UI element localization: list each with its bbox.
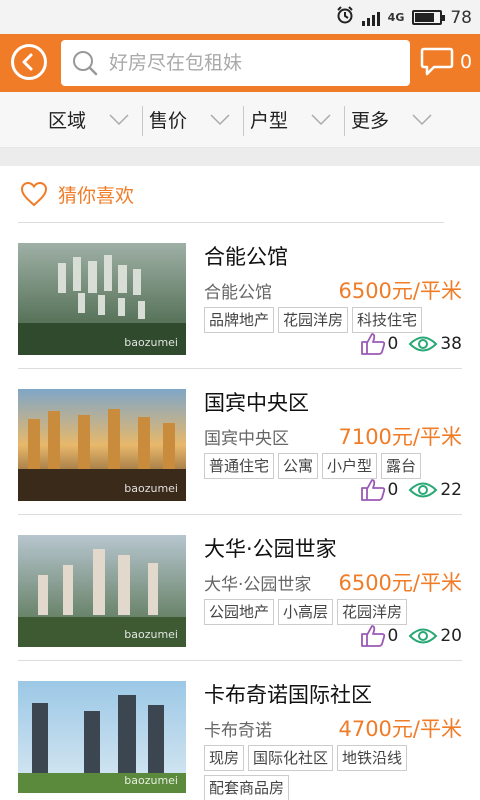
listing-stats: 0 38 bbox=[360, 332, 462, 356]
listing-price: 6500元/平米 bbox=[338, 279, 462, 303]
listing-photo: baozumei bbox=[18, 681, 186, 793]
listing-stats: 0 20 bbox=[360, 624, 462, 648]
listing-subtitle: 国宾中央区 bbox=[204, 429, 289, 449]
tag: 配套商品房 bbox=[204, 775, 290, 800]
tag: 现房 bbox=[204, 745, 245, 771]
filter-label: 更多 bbox=[351, 110, 390, 132]
eye-icon bbox=[408, 336, 438, 352]
filter-label: 售价 bbox=[149, 110, 188, 132]
thumbs-up-icon[interactable] bbox=[360, 332, 386, 356]
section-header: 猜你喜欢 bbox=[18, 166, 444, 223]
tag: 花园洋房 bbox=[337, 599, 408, 625]
watermark: baozumei bbox=[124, 628, 178, 641]
tag: 公园地产 bbox=[204, 599, 275, 625]
thumbs-up-icon[interactable] bbox=[360, 478, 386, 502]
tag: 普通住宅 bbox=[204, 453, 275, 479]
tag-list: 现房 国际化社区 地铁沿线 配套商品房 bbox=[204, 745, 480, 800]
tag: 小户型 bbox=[322, 453, 378, 479]
recommend-section: 猜你喜欢 baozumei 合能公馆 合能公馆 6500元/平米 品牌地产 花园… bbox=[0, 166, 480, 800]
tag: 露台 bbox=[381, 453, 422, 479]
signal-icon bbox=[361, 10, 380, 26]
tag: 小高层 bbox=[278, 599, 334, 625]
eye-icon bbox=[408, 628, 438, 644]
chevron-down-icon bbox=[109, 113, 129, 125]
view-count: 38 bbox=[440, 334, 462, 354]
tag-list: 公园地产 小高层 花园洋房 bbox=[204, 599, 480, 625]
watermark: baozumei bbox=[124, 774, 178, 787]
listing-photo: baozumei bbox=[18, 243, 186, 355]
like-count: 0 bbox=[387, 480, 399, 500]
chevron-down-icon bbox=[311, 113, 331, 125]
listing-item[interactable]: baozumei 国宾中央区 国宾中央区 7100元/平米 普通住宅 公寓 小户… bbox=[18, 369, 462, 515]
messages-button[interactable]: 0 bbox=[420, 46, 472, 78]
listing-price: 7100元/平米 bbox=[338, 425, 462, 449]
like-count: 0 bbox=[387, 626, 399, 646]
filter-label: 户型 bbox=[250, 110, 289, 132]
tag: 公寓 bbox=[278, 453, 319, 479]
tag: 品牌地产 bbox=[204, 307, 275, 333]
listing-stats: 0 22 bbox=[360, 478, 462, 502]
view-count: 22 bbox=[440, 480, 462, 500]
filter-bar: 区域 售价 户型 更多 bbox=[0, 92, 480, 148]
alarm-icon bbox=[336, 6, 354, 29]
heart-icon bbox=[20, 181, 48, 207]
listing-item[interactable]: baozumei 卡布奇诺国际社区 卡布奇诺 4700元/平米 现房 国际化社区… bbox=[18, 661, 462, 800]
message-count: 0 bbox=[460, 51, 473, 73]
listing-name: 卡布奇诺国际社区 bbox=[204, 683, 372, 707]
view-count: 20 bbox=[440, 626, 462, 646]
listing-subtitle: 合能公馆 bbox=[204, 283, 272, 303]
status-bar: 4G 78 bbox=[0, 0, 480, 34]
filter-layout[interactable]: 户型 bbox=[244, 92, 345, 147]
listing-item[interactable]: baozumei 大华·公园世家 大华·公园世家 6500元/平米 公园地产 小… bbox=[18, 515, 462, 661]
thumbs-up-icon[interactable] bbox=[360, 624, 386, 648]
listing-name: 国宾中央区 bbox=[204, 391, 309, 415]
listing-price: 4700元/平米 bbox=[338, 717, 462, 741]
tag-list: 普通住宅 公寓 小户型 露台 bbox=[204, 453, 480, 479]
chevron-left-icon bbox=[22, 53, 33, 71]
network-label: 4G bbox=[387, 11, 405, 24]
divider bbox=[0, 148, 480, 166]
back-button[interactable] bbox=[11, 44, 47, 80]
watermark: baozumei bbox=[124, 482, 178, 495]
like-count: 0 bbox=[387, 334, 399, 354]
filter-region[interactable]: 区域 bbox=[42, 92, 143, 147]
watermark: baozumei bbox=[124, 336, 178, 349]
filter-label: 区域 bbox=[48, 110, 87, 132]
search-icon bbox=[73, 51, 98, 76]
battery-percent: 78 bbox=[450, 7, 472, 28]
filter-price[interactable]: 售价 bbox=[143, 92, 244, 147]
search-box[interactable] bbox=[61, 40, 410, 86]
chevron-down-icon bbox=[210, 113, 230, 125]
listing-photo: baozumei bbox=[18, 389, 186, 501]
tag: 国际化社区 bbox=[248, 745, 334, 771]
listing-price: 6500元/平米 bbox=[338, 571, 462, 595]
listing-name: 合能公馆 bbox=[204, 245, 288, 269]
tag: 科技住宅 bbox=[352, 307, 423, 333]
search-input[interactable] bbox=[109, 52, 389, 74]
chevron-down-icon bbox=[412, 113, 432, 125]
eye-icon bbox=[408, 482, 438, 498]
listing-subtitle: 大华·公园世家 bbox=[204, 575, 312, 595]
listing-item[interactable]: baozumei 合能公馆 合能公馆 6500元/平米 品牌地产 花园洋房 科技… bbox=[18, 223, 462, 369]
section-title: 猜你喜欢 bbox=[58, 184, 135, 207]
listing-name: 大华·公园世家 bbox=[204, 537, 337, 561]
top-bar: 0 bbox=[0, 34, 480, 92]
tag: 地铁沿线 bbox=[337, 745, 408, 771]
battery-icon bbox=[412, 10, 446, 25]
tag-list: 品牌地产 花园洋房 科技住宅 bbox=[204, 307, 480, 333]
listing-subtitle: 卡布奇诺 bbox=[204, 721, 272, 741]
chat-bubble-icon bbox=[420, 47, 454, 76]
filter-more[interactable]: 更多 bbox=[345, 92, 446, 147]
tag: 花园洋房 bbox=[278, 307, 349, 333]
listing-photo: baozumei bbox=[18, 535, 186, 647]
